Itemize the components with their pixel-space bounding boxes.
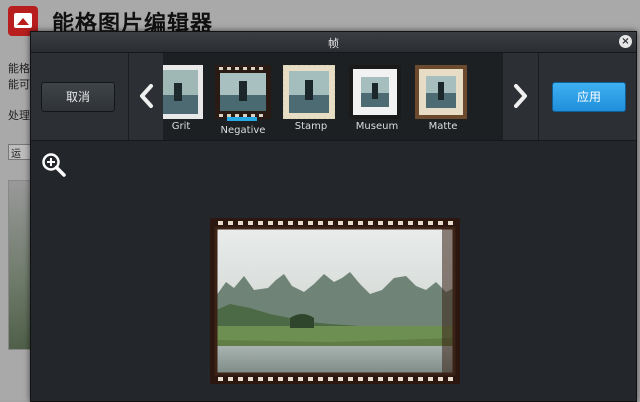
bg-process-label: 处理 <box>8 109 30 122</box>
frame-strip: Grit Negative Stamp Museum Matte <box>163 53 503 140</box>
bg-image-thumbnail <box>8 180 32 350</box>
frame-label: Museum <box>355 121 399 132</box>
apply-button[interactable]: 应用 <box>552 82 626 112</box>
divider <box>538 53 539 140</box>
frame-thumbnail <box>415 65 467 119</box>
frame-label: Stamp <box>294 121 328 132</box>
film-frame-preview <box>210 218 460 384</box>
frame-thumbnail <box>215 65 271 119</box>
frame-thumbnail <box>349 65 401 119</box>
frame-option-negative[interactable]: Negative <box>215 65 271 136</box>
frame-option-grit[interactable]: Grit <box>163 65 209 135</box>
zoom-in-icon <box>42 153 66 177</box>
chevron-left-icon <box>140 84 153 108</box>
preview-image <box>210 218 460 384</box>
frame-option-stamp[interactable]: Stamp <box>282 64 339 135</box>
close-icon[interactable]: × <box>619 35 632 48</box>
dialog-titlebar[interactable]: 帧 × <box>31 32 636 53</box>
frame-toolbar: 取消 Grit Negative Stamp Museum Matte 应用 <box>31 53 636 141</box>
zoom-in-button[interactable] <box>41 152 67 182</box>
selected-indicator <box>227 117 257 121</box>
frame-thumbnail <box>163 65 203 119</box>
frame-label: Negative <box>220 125 266 136</box>
chevron-right-icon <box>514 84 527 108</box>
frame-option-museum[interactable]: Museum <box>349 65 405 135</box>
frame-option-matte[interactable]: Matte <box>415 65 471 135</box>
bg-description-2: 能可 <box>8 78 30 91</box>
prev-frames-button[interactable] <box>129 53 163 140</box>
next-frames-button[interactable] <box>504 53 538 140</box>
cancel-button[interactable]: 取消 <box>41 82 115 112</box>
frame-thumbnail <box>282 64 336 120</box>
frame-dialog: 帧 × 取消 Grit Negative Stamp Museum Matte … <box>30 31 637 402</box>
bg-description-1: 能格 <box>8 62 30 75</box>
dialog-title: 帧 <box>328 37 339 50</box>
frame-label: Matte <box>428 121 458 132</box>
